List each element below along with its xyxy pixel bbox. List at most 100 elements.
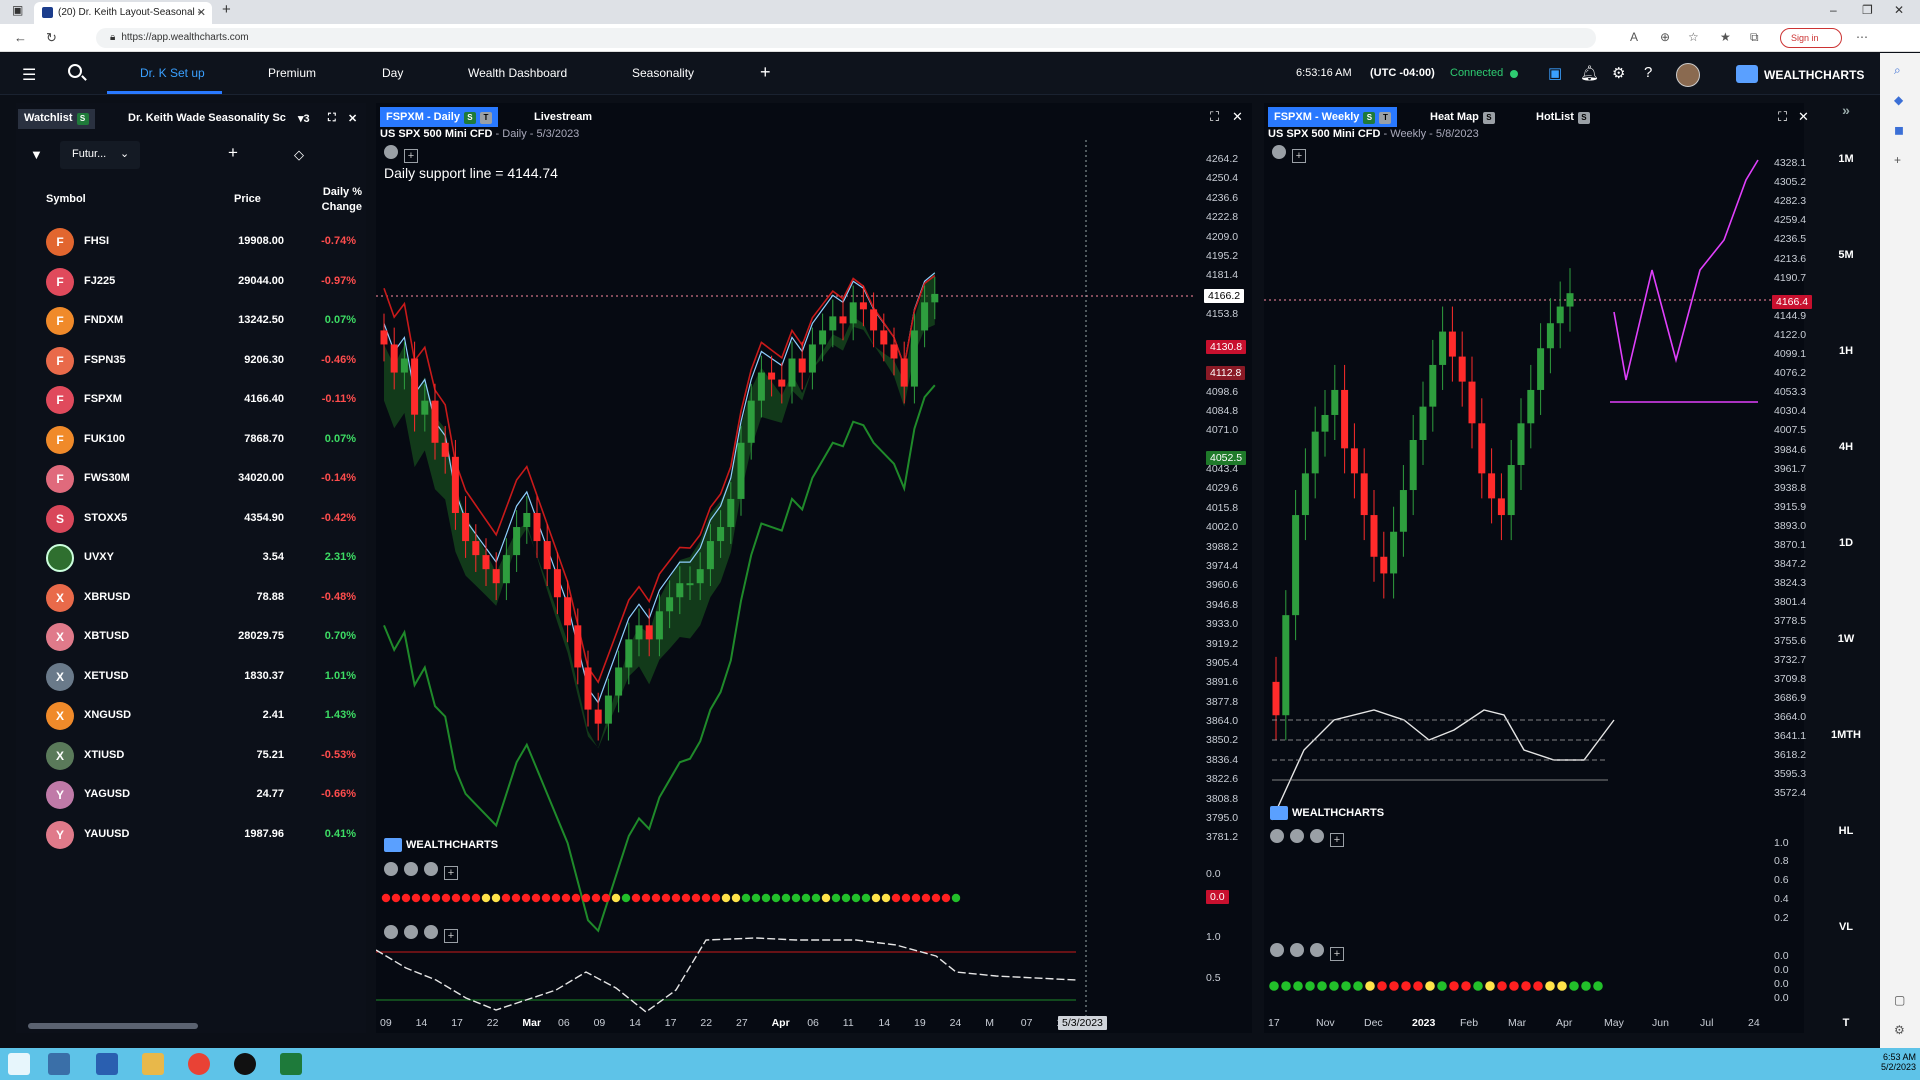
watchlist-row[interactable]: S STOXX5 4354.90 -0.42% xyxy=(16,497,366,537)
tab-heat-map[interactable]: Heat Map S xyxy=(1424,107,1501,127)
timeframe-1w[interactable]: 1W xyxy=(1812,633,1880,645)
tracking-icon[interactable]: ☆ xyxy=(1688,30,1699,44)
column-header-change[interactable]: Daily % Change xyxy=(318,185,362,215)
timezone[interactable]: (UTC -04:00) xyxy=(1370,67,1435,79)
maximize-icon[interactable]: ⛶ xyxy=(1778,109,1787,125)
indicator-down-icon[interactable] xyxy=(1290,943,1304,957)
bell-icon[interactable]: 🔔︎ xyxy=(1580,64,1599,82)
search-icon[interactable] xyxy=(68,64,82,78)
timeframe-1mth[interactable]: 1MTH xyxy=(1812,729,1880,741)
tab-watchlist[interactable]: Watchlist S xyxy=(18,109,95,129)
folder-icon[interactable] xyxy=(142,1053,164,1075)
tab-premium[interactable]: Premium xyxy=(268,66,316,80)
watchlist-row[interactable]: F FSPN35 9206.30 -0.46% xyxy=(16,339,366,379)
hamburger-menu-icon[interactable]: ☰ xyxy=(22,65,36,85)
sidebar-layout-icon[interactable]: ▢ xyxy=(1894,993,1905,1007)
indicator-add-icon[interactable]: + xyxy=(444,866,458,880)
tab-hotlist[interactable]: HotList S xyxy=(1530,107,1596,127)
close-panel-icon[interactable]: ✕ xyxy=(1232,109,1243,125)
start-icon[interactable] xyxy=(8,1053,30,1075)
indicator-add-icon[interactable]: + xyxy=(1330,947,1344,961)
watchlist-row[interactable]: X XBRUSD 78.88 -0.48% xyxy=(16,576,366,616)
tab-seasonality-screen[interactable]: Dr. Keith Wade Seasonality Sc xyxy=(122,109,308,129)
add-symbol-icon[interactable]: + xyxy=(228,143,238,163)
dropdown-icon[interactable]: ▾3 xyxy=(292,109,316,129)
timeframe-vl[interactable]: VL xyxy=(1812,921,1880,933)
new-tab-button[interactable]: + xyxy=(222,1,231,18)
more-icon[interactable]: ⋯ xyxy=(1856,30,1868,44)
avatar[interactable] xyxy=(1676,63,1700,87)
maximize-icon[interactable]: ⛶ xyxy=(1210,109,1219,125)
timeframe-4h[interactable]: 4H xyxy=(1812,441,1880,453)
watchlist-row[interactable]: X XBTUSD 28029.75 0.70% xyxy=(16,615,366,655)
watchlist-row[interactable]: F FWS30M 34020.00 -0.14% xyxy=(16,457,366,497)
timeframe-1m[interactable]: 1M xyxy=(1812,153,1880,165)
horizontal-scrollbar[interactable] xyxy=(28,1023,198,1029)
filter-select[interactable]: Futur... ⌄ xyxy=(60,141,140,169)
window-menu-icon[interactable]: ▣ xyxy=(12,3,23,17)
sidebar-settings-icon[interactable]: ⚙ xyxy=(1894,1023,1905,1037)
restore-icon[interactable]: ❐ xyxy=(1862,3,1873,17)
indicator-add-icon[interactable]: + xyxy=(1330,833,1344,847)
tab-dr-k-setup[interactable]: Dr. K Set up xyxy=(140,66,205,80)
eraser-icon[interactable]: ◇ xyxy=(294,147,304,163)
browser-tab[interactable]: (20) Dr. Keith Layout-Seasonal - ✕ xyxy=(34,2,212,24)
indicator-up-icon[interactable] xyxy=(1310,943,1324,957)
indicator-up-icon[interactable] xyxy=(424,925,438,939)
taskbar-app-icon[interactable] xyxy=(96,1053,118,1075)
tab-livestream[interactable]: Livestream xyxy=(528,107,598,127)
watchlist-row[interactable]: F FJ225 29044.00 -0.97% xyxy=(16,260,366,300)
indicator-down-icon[interactable] xyxy=(1290,829,1304,843)
gear-icon[interactable]: ⚙ xyxy=(1612,64,1625,82)
close-panel-icon[interactable]: ✕ xyxy=(1798,109,1809,125)
close-window-icon[interactable]: ✕ xyxy=(1894,3,1904,17)
back-icon[interactable]: ← xyxy=(14,30,27,45)
weekly-chart-canvas[interactable] xyxy=(1264,140,1774,1020)
watchlist-row[interactable]: Y YAGUSD 24.77 -0.66% xyxy=(16,773,366,813)
daily-chart-canvas[interactable] xyxy=(376,140,1196,1020)
indicator-toggle-icon[interactable] xyxy=(1270,829,1284,843)
tools-icon[interactable]: ◼ xyxy=(1894,123,1904,137)
indicator-up-icon[interactable] xyxy=(1310,829,1324,843)
search-sidebar-icon[interactable]: ⌕ xyxy=(1894,63,1901,78)
close-tab-icon[interactable]: ✕ xyxy=(197,6,206,19)
timeframe-t[interactable]: T xyxy=(1812,1017,1880,1029)
taskbar-app-icon[interactable] xyxy=(48,1053,70,1075)
chrome-icon[interactable] xyxy=(188,1053,210,1075)
tab-wealth-dashboard[interactable]: Wealth Dashboard xyxy=(468,66,567,80)
timeframe-5m[interactable]: 5M xyxy=(1812,249,1880,261)
help-icon[interactable]: ? xyxy=(1644,64,1652,81)
taskbar-app-icon[interactable] xyxy=(234,1053,256,1075)
wealthcharts-app-icon[interactable] xyxy=(280,1053,302,1075)
indicator-toggle-icon[interactable] xyxy=(384,862,398,876)
add-sidebar-icon[interactable]: + xyxy=(1894,153,1901,167)
zoom-icon[interactable]: ⊕ xyxy=(1660,30,1670,44)
refresh-icon[interactable]: ↻ xyxy=(46,30,57,46)
watchlist-row[interactable]: Y YAUUSD 1987.96 0.41% xyxy=(16,813,366,853)
column-header-symbol[interactable]: Symbol xyxy=(46,193,86,205)
indicator-down-icon[interactable] xyxy=(404,862,418,876)
collections-icon[interactable]: ⧉ xyxy=(1750,30,1759,45)
timeframe-hl[interactable]: HL xyxy=(1812,825,1880,837)
url-field[interactable]: 🔒︎ https://app.wealthcharts.com xyxy=(96,28,1596,48)
watchlist-row[interactable]: F FSPXM 4166.40 -0.11% xyxy=(16,378,366,418)
tab-seasonality[interactable]: Seasonality xyxy=(632,66,694,80)
read-aloud-icon[interactable]: A xyxy=(1630,30,1638,44)
watchlist-row[interactable]: X XTIUSD 75.21 -0.53% xyxy=(16,734,366,774)
add-layout-button[interactable]: + xyxy=(760,62,771,83)
shopping-icon[interactable]: ◆ xyxy=(1894,93,1903,107)
timeframe-1d[interactable]: 1D xyxy=(1812,537,1880,549)
sign-in-button[interactable]: Sign in xyxy=(1780,28,1842,48)
indicator-down-icon[interactable] xyxy=(404,925,418,939)
indicator-toggle-icon[interactable] xyxy=(1270,943,1284,957)
column-header-price[interactable]: Price xyxy=(234,193,261,205)
collapse-panel-icon[interactable]: » xyxy=(1812,102,1880,118)
expand-icon[interactable]: ⛶ xyxy=(322,109,342,129)
watchlist-row[interactable]: F FNDXM 13242.50 0.07% xyxy=(16,299,366,339)
watchlist-row[interactable]: UVXY 3.54 2.31% xyxy=(16,536,366,576)
watchlist-row[interactable]: F FHSI 19908.00 -0.74% xyxy=(16,220,366,260)
tab-weekly-chart[interactable]: FSPXM - Weekly S T xyxy=(1268,107,1398,127)
indicator-up-icon[interactable] xyxy=(424,862,438,876)
watchlist-row[interactable]: X XETUSD 1830.37 1.01% xyxy=(16,655,366,695)
save-icon[interactable]: ▣ xyxy=(1548,64,1562,82)
